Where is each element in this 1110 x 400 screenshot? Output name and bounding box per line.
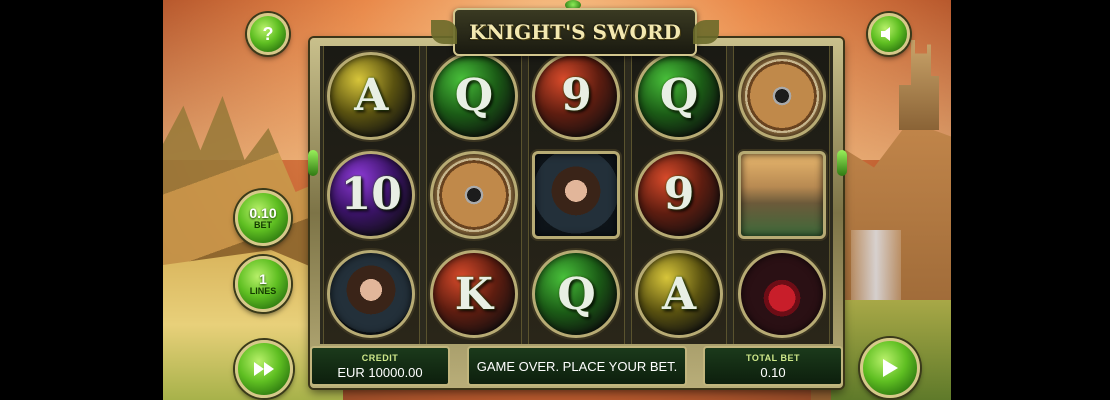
reel-3: 9 Q	[528, 46, 625, 344]
game-message: GAME OVER. PLACE YOUR BET.	[476, 358, 678, 374]
reel-2: Q K	[425, 46, 523, 344]
reels-frame: A 10 Q K 9 Q Q 9 A CREDIT EUR 10000.00 G…	[310, 38, 843, 388]
reel-2-symbol-2-shield	[429, 150, 518, 239]
help-button[interactable]: ?	[247, 13, 289, 55]
reel-4-symbol-1: Q	[635, 51, 724, 140]
reel-4-symbol-3: A	[635, 250, 724, 339]
autoplay-button[interactable]	[235, 340, 293, 398]
reel-2-symbol-1: Q	[429, 51, 518, 140]
spin-button[interactable]	[860, 338, 920, 398]
question-icon: ?	[262, 23, 274, 44]
reels-area: A 10 Q K 9 Q Q 9 A	[320, 46, 833, 344]
reel-1-symbol-3-princess	[327, 250, 416, 339]
lines-button[interactable]: 1 LINES	[235, 256, 291, 312]
total-bet-value: 0.10	[760, 364, 786, 380]
reel-3-symbol-1: 9	[532, 51, 621, 140]
bet-button[interactable]: 0.10 BET	[235, 190, 291, 246]
frame-gem-left	[308, 150, 318, 176]
reel-5-symbol-2-castle	[737, 150, 826, 239]
bet-label: BET	[254, 220, 272, 230]
reel-3-symbol-3: Q	[532, 250, 621, 339]
reel-1-symbol-2: 10	[327, 150, 416, 239]
total-bet-label: TOTAL BET	[746, 352, 800, 363]
game-title: KNIGHT'S SWORD	[453, 8, 719, 56]
credit-label: CREDIT	[361, 352, 399, 363]
total-bet-panel: TOTAL BET 0.10	[703, 346, 843, 386]
reel-1-symbol-1: A	[327, 51, 416, 140]
speaker-icon	[881, 27, 890, 41]
reel-4: Q 9 A	[630, 46, 728, 344]
reel-5-symbol-3-gem	[737, 250, 826, 339]
lines-label: LINES	[249, 286, 277, 296]
sound-button[interactable]	[868, 13, 910, 55]
reel-4-symbol-2: 9	[635, 150, 724, 239]
credit-value: EUR 10000.00	[337, 364, 423, 380]
reel-5	[733, 46, 830, 344]
play-icon	[883, 359, 898, 377]
lines-value: 1	[259, 271, 267, 287]
fast-forward-icon	[254, 362, 274, 376]
reel-1: A 10	[323, 46, 420, 344]
reel-2-symbol-3: K	[429, 250, 518, 339]
reel-5-symbol-1-shield	[737, 51, 826, 140]
reel-3-symbol-2-princess	[532, 150, 621, 239]
credit-panel: CREDIT EUR 10000.00	[310, 346, 450, 386]
frame-gem-right	[837, 150, 847, 176]
message-panel: GAME OVER. PLACE YOUR BET.	[467, 346, 687, 386]
bet-value: 0.10	[249, 205, 277, 221]
game-screen: ? 0.10 BET 1 LINES A 10 Q K 9 Q Q 9 A CR…	[163, 0, 951, 400]
